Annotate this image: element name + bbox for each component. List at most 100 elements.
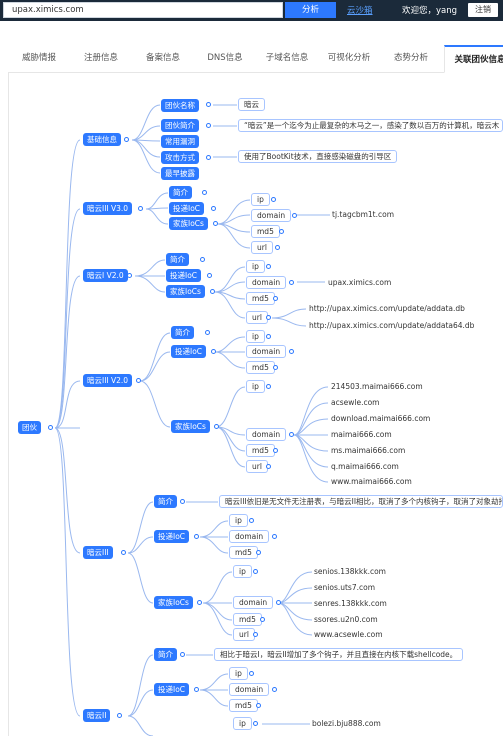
collapse-dot[interactable] (180, 652, 185, 657)
node-v20-b[interactable]: 暗云III V2.0 (83, 374, 133, 387)
node-family-iocs[interactable]: 家族IoCs (154, 596, 193, 609)
collapse-dot[interactable] (207, 273, 212, 278)
node-domain[interactable]: domain (251, 209, 292, 222)
node-delivery-ioc[interactable]: 投递IoC (166, 269, 202, 282)
collapse-dot[interactable] (253, 569, 258, 574)
collapse-dot[interactable] (266, 464, 271, 469)
node-intro[interactable]: 简介 (154, 648, 177, 661)
collapse-dot[interactable] (194, 687, 199, 692)
collapse-dot[interactable] (276, 600, 281, 605)
collapse-dot[interactable] (292, 213, 297, 218)
node-a3[interactable]: 暗云III (83, 546, 113, 559)
collapse-dot[interactable] (210, 289, 215, 294)
collapse-dot[interactable] (213, 221, 218, 226)
node-v20-a[interactable]: 暗云I V2.0 (83, 269, 128, 282)
node-ip[interactable]: ip (229, 514, 248, 527)
collapse-dot[interactable] (127, 273, 132, 278)
collapse-dot[interactable] (260, 617, 265, 622)
node-a2[interactable]: 暗云II (83, 709, 111, 722)
node-group-name[interactable]: 团伙名称 (161, 99, 199, 112)
collapse-dot[interactable] (121, 550, 126, 555)
collapse-dot[interactable] (253, 632, 258, 637)
node-intro[interactable]: 简介 (154, 495, 177, 508)
collapse-dot[interactable] (206, 123, 211, 128)
node-ip[interactable]: ip (246, 260, 265, 273)
node-first-disclosed[interactable]: 最早披露 (161, 167, 199, 180)
node-md5[interactable]: md5 (229, 699, 258, 712)
collapse-dot[interactable] (200, 257, 205, 262)
collapse-dot[interactable] (289, 349, 294, 354)
collapse-dot[interactable] (249, 518, 254, 523)
collapse-dot[interactable] (289, 280, 294, 285)
collapse-dot[interactable] (273, 296, 278, 301)
collapse-dot[interactable] (253, 721, 258, 726)
collapse-dot[interactable] (197, 600, 202, 605)
node-md5[interactable]: md5 (233, 613, 262, 626)
node-md5[interactable]: md5 (251, 225, 280, 238)
node-delivery-ioc[interactable]: 投递IoC (171, 345, 207, 358)
collapse-dot[interactable] (138, 206, 143, 211)
collapse-dot[interactable] (117, 713, 122, 718)
node-domain[interactable]: domain (246, 345, 287, 358)
collapse-dot[interactable] (211, 206, 216, 211)
node-md5[interactable]: md5 (229, 546, 258, 559)
node-ip[interactable]: ip (233, 717, 252, 730)
node-intro[interactable]: 简介 (169, 186, 192, 199)
collapse-dot[interactable] (194, 534, 199, 539)
collapse-dot[interactable] (266, 334, 271, 339)
collapse-dot[interactable] (256, 703, 261, 708)
node-family-iocs[interactable]: 家族IoCs (166, 285, 205, 298)
node-url[interactable]: url (246, 311, 268, 324)
collapse-dot[interactable] (272, 687, 277, 692)
node-domain[interactable]: domain (233, 596, 274, 609)
collapse-dot[interactable] (272, 534, 277, 539)
node-v30[interactable]: 暗云III V3.0 (83, 202, 133, 215)
collapse-dot[interactable] (275, 245, 280, 250)
node-basic-info[interactable]: 基础信息 (83, 133, 121, 146)
collapse-dot[interactable] (273, 448, 278, 453)
collapse-dot[interactable] (289, 432, 294, 437)
collapse-dot[interactable] (266, 315, 271, 320)
node-attack-method[interactable]: 攻击方式 (161, 151, 199, 164)
node-intro[interactable]: 简介 (171, 326, 194, 339)
node-md5[interactable]: md5 (246, 361, 275, 374)
node-domain[interactable]: domain (229, 683, 270, 696)
collapse-dot[interactable] (249, 671, 254, 676)
collapse-dot[interactable] (124, 137, 129, 142)
collapse-dot[interactable] (202, 190, 207, 195)
collapse-dot[interactable] (256, 550, 261, 555)
collapse-dot[interactable] (48, 425, 53, 430)
node-domain[interactable]: domain (246, 428, 287, 441)
node-delivery-ioc[interactable]: 投递IoC (154, 530, 190, 543)
collapse-dot[interactable] (266, 384, 271, 389)
node-common-vulns[interactable]: 常用漏洞 (161, 135, 199, 148)
collapse-dot[interactable] (273, 365, 278, 370)
node-ip[interactable]: ip (246, 330, 265, 343)
collapse-dot[interactable] (136, 378, 141, 383)
collapse-dot[interactable] (211, 349, 216, 354)
root-node[interactable]: 团伙 (18, 421, 41, 434)
collapse-dot[interactable] (206, 102, 211, 107)
collapse-dot[interactable] (180, 499, 185, 504)
node-delivery-ioc[interactable]: 投递IoC (169, 202, 205, 215)
node-ip[interactable]: ip (246, 380, 265, 393)
node-domain[interactable]: domain (229, 530, 270, 543)
node-md5[interactable]: md5 (246, 444, 275, 457)
collapse-dot[interactable] (266, 264, 271, 269)
node-delivery-ioc[interactable]: 投递IoC (154, 683, 190, 696)
node-ip[interactable]: ip (251, 193, 270, 206)
collapse-dot[interactable] (271, 197, 276, 202)
node-url[interactable]: url (246, 460, 268, 473)
collapse-dot[interactable] (206, 155, 211, 160)
node-group-intro[interactable]: 团伙简介 (161, 119, 199, 132)
node-family-iocs[interactable]: 家族IoCs (169, 217, 208, 230)
node-url[interactable]: url (233, 628, 255, 641)
node-md5[interactable]: md5 (246, 292, 275, 305)
node-ip[interactable]: ip (233, 565, 252, 578)
collapse-dot[interactable] (205, 330, 210, 335)
collapse-dot[interactable] (214, 424, 219, 429)
node-family-iocs[interactable]: 家族IoCs (171, 420, 210, 433)
node-url[interactable]: url (251, 241, 273, 254)
node-ip[interactable]: ip (229, 667, 248, 680)
collapse-dot[interactable] (279, 229, 284, 234)
